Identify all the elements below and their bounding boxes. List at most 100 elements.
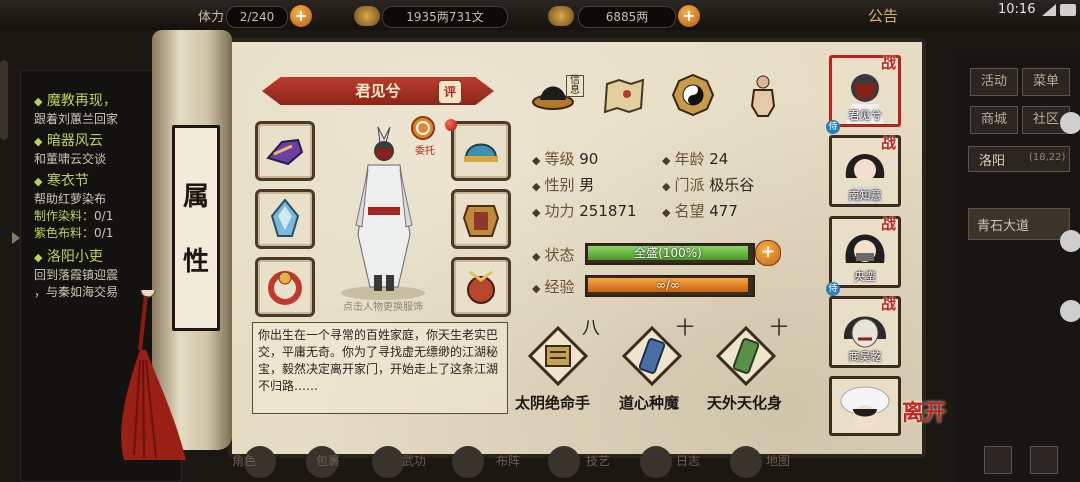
equip-slot-armor[interactable] xyxy=(451,189,511,249)
nav-label[interactable]: 技艺 xyxy=(586,452,610,469)
gold-plus-button[interactable]: + xyxy=(678,5,700,27)
nav-martial-icon[interactable] xyxy=(372,446,404,478)
menu-button[interactable]: 菜单 xyxy=(1022,68,1070,96)
quest-material: 紫色布料：0/1 xyxy=(34,226,114,240)
stamina-label: 体力 xyxy=(198,10,225,25)
armor-icon xyxy=(462,205,500,237)
equip-slot-ring[interactable] xyxy=(255,257,315,317)
scroll-knob[interactable] xyxy=(1060,300,1080,322)
quest-desc: 跟着刘蕙兰回家 xyxy=(34,112,119,126)
nav-label[interactable]: 日志 xyxy=(676,452,700,469)
nav-label[interactable]: 地图 xyxy=(766,452,790,469)
notice-button[interactable]: 公告 xyxy=(868,5,898,26)
skill-book-icon[interactable] xyxy=(528,326,588,386)
meridian-figure-icon[interactable] xyxy=(740,72,786,118)
quest-item[interactable]: ◆ 寒衣节 帮助红萝染布 制作染料：0/1 紫色布料：0/1 xyxy=(34,170,164,241)
diamond-icon: ◆ xyxy=(34,95,43,108)
nav-label[interactable]: 武功 xyxy=(402,452,426,469)
diamond-icon: ◆ xyxy=(532,250,541,263)
equip-slot-accessory[interactable] xyxy=(255,189,315,249)
leave-button[interactable]: 离开 xyxy=(902,402,946,452)
skill-name[interactable]: 太阴绝命手 xyxy=(515,392,590,413)
map-icon[interactable] xyxy=(601,72,647,118)
skill-name[interactable]: 天外天化身 xyxy=(707,392,782,413)
panel-title-char: 属 xyxy=(182,182,209,212)
skill-scroll-icon[interactable] xyxy=(716,326,776,386)
stat-gender: ◆ 性别 男 xyxy=(532,176,595,194)
state-value: 全盛(100%) xyxy=(634,246,702,260)
scroll-knob[interactable] xyxy=(1060,230,1080,252)
expand-arrow-icon[interactable] xyxy=(12,232,20,244)
quest-item[interactable]: ◆ 暗器风云 和董啸云交谈 xyxy=(34,130,164,167)
equip-slot-necklace[interactable] xyxy=(451,257,511,317)
roster-name: 央蛮 xyxy=(854,270,876,283)
location-coords: (18,22) xyxy=(1029,152,1066,163)
stat-level: ◆ 等级 90 xyxy=(532,150,599,168)
shop-button[interactable]: 商城 xyxy=(970,106,1018,134)
nav-log-icon[interactable] xyxy=(640,446,672,478)
sub-location-button[interactable]: 青石大道 xyxy=(968,208,1070,240)
quest-material: 制作染料：0/1 xyxy=(34,209,114,223)
activity-button[interactable]: 活动 xyxy=(970,68,1018,96)
nav-formation-icon[interactable] xyxy=(452,446,484,478)
skill-name[interactable]: 道心种魔 xyxy=(619,392,679,413)
diamond-icon: ◆ xyxy=(662,180,671,193)
state-label: ◆ 状态 xyxy=(532,246,575,264)
necklace-icon xyxy=(467,270,495,304)
battle-badge: 战 xyxy=(881,134,897,152)
quest-desc: 和董啸云交谈 xyxy=(34,152,107,166)
costume-hint: 点击人物更换服饰 xyxy=(343,302,423,313)
quest-title: 洛阳小吏 xyxy=(46,249,103,265)
nav-label[interactable]: 角色 xyxy=(232,452,256,469)
restore-state-button[interactable]: + xyxy=(755,240,781,266)
quest-desc: 回到落霞镇迎震 xyxy=(34,268,119,282)
gold-value: 6885两 xyxy=(578,6,676,28)
roster-slot[interactable] xyxy=(829,376,901,436)
roster-name: 君见兮 xyxy=(848,109,882,122)
battery-icon xyxy=(1060,4,1076,16)
scroll-knob[interactable] xyxy=(1060,112,1080,134)
quest-desc: 帮助红萝染布 xyxy=(34,192,107,206)
nav-label[interactable]: 包裹 xyxy=(316,452,340,469)
diamond-icon: ◆ xyxy=(34,135,43,148)
stamina-value: 2/240 xyxy=(226,6,288,28)
quest-item[interactable]: ◆ 魔教再现， 跟着刘蕙兰回家 xyxy=(34,90,164,127)
quest-title: 魔教再现， xyxy=(46,93,117,109)
battle-badge: 战 xyxy=(881,295,897,313)
diamond-icon: ◆ xyxy=(532,154,541,167)
stat-fame: ◆ 名望 477 xyxy=(662,202,738,220)
panel-title-char: 性 xyxy=(182,247,209,277)
bagua-icon[interactable] xyxy=(670,72,716,118)
exp-value: ∞/∞ xyxy=(655,278,681,292)
equip-slot-gloves[interactable] xyxy=(255,121,315,181)
location-bar[interactable]: 洛阳 (18,22) xyxy=(968,146,1070,172)
entrust-icon[interactable] xyxy=(410,115,436,141)
diamond-icon: ◆ xyxy=(532,282,541,295)
nav-label[interactable]: 布阵 xyxy=(496,452,520,469)
diamond-icon: ◆ xyxy=(532,206,541,219)
info-label: 信息 xyxy=(566,75,584,97)
equip-slot-helmet[interactable] xyxy=(451,121,511,181)
skill-scroll-icon[interactable] xyxy=(622,326,682,386)
roster-name: 商昊乾 xyxy=(848,350,882,363)
exp-label: ◆ 经验 xyxy=(532,278,575,296)
evaluate-button[interactable]: 评 xyxy=(438,80,462,104)
diamond-icon: ◆ xyxy=(662,206,671,219)
top-bar xyxy=(0,0,1080,30)
nav-skill-icon[interactable] xyxy=(548,446,580,478)
crystal-icon xyxy=(270,198,300,237)
sub-location-name: 青石大道 xyxy=(977,219,1030,234)
bottom-right-button[interactable] xyxy=(984,446,1012,474)
side-edge-handle[interactable] xyxy=(0,60,8,140)
diamond-icon: ◆ xyxy=(34,251,43,264)
battle-badge: 战 xyxy=(881,215,897,233)
quest-title: 暗器风云 xyxy=(46,133,103,149)
roster-name: 南知意 xyxy=(848,189,882,202)
clock: 10:16 xyxy=(998,2,1036,17)
gloves-icon xyxy=(266,138,304,166)
stamina-plus-button[interactable]: + xyxy=(290,5,312,27)
nav-map-icon[interactable] xyxy=(730,446,762,478)
notification-dot xyxy=(445,119,457,131)
ring-icon xyxy=(268,271,302,305)
bottom-right-button[interactable] xyxy=(1030,446,1058,474)
